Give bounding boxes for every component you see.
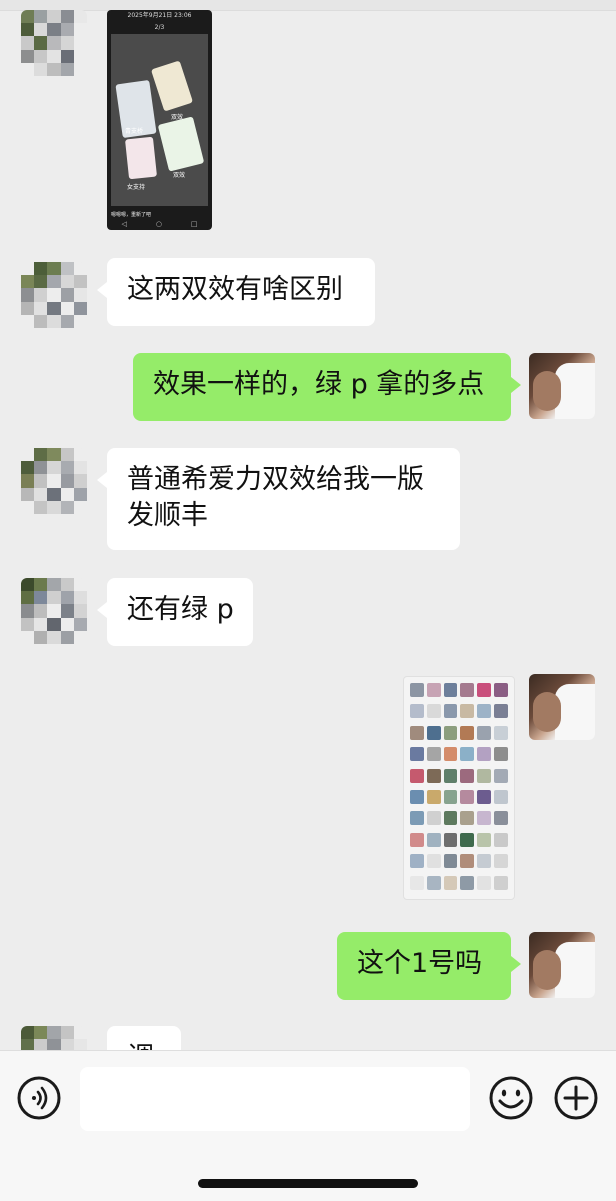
self-avatar[interactable]: [529, 932, 595, 998]
catalog-thumbnails: [410, 683, 508, 893]
screenshot-page: 2/3: [154, 24, 165, 31]
product-box: [157, 116, 205, 172]
message-text-line: 普通希爱力双效给我一版: [127, 464, 424, 495]
message-text: 这两双效有啥区别: [127, 274, 343, 305]
image-message-catalog[interactable]: [403, 676, 515, 900]
incoming-message-bubble[interactable]: 普通希爱力双效给我一版 发顺丰: [97, 448, 460, 550]
top-divider: [0, 0, 616, 11]
box-label: 双效: [173, 172, 186, 179]
box-label: 女支持: [127, 184, 146, 191]
message-text-line: 发顺丰: [127, 500, 208, 531]
chat-input-bar: [0, 1050, 616, 1201]
box-label: 青支桥: [125, 128, 144, 135]
incoming-message-bubble[interactable]: 这两双效有啥区别: [97, 258, 375, 326]
screenshot-caption: 嗯嗯嗯，重新了吧: [111, 212, 152, 218]
box-label: 双效: [171, 114, 184, 121]
screenshot-status: 2025年9月21日 23:06 2/3: [107, 10, 212, 32]
message-text: 这个1号吗: [357, 948, 483, 979]
message-text: 效果一样的，绿 p 拿的多点: [153, 369, 485, 400]
screenshot-time: 2025年9月21日 23:06: [127, 12, 192, 19]
outgoing-message-bubble[interactable]: 这个1号吗: [337, 932, 521, 1000]
product-box: [124, 136, 158, 180]
self-avatar[interactable]: [529, 353, 595, 419]
incoming-message-bubble[interactable]: 还有绿 p: [97, 578, 253, 646]
home-indicator[interactable]: [198, 1179, 418, 1188]
outgoing-message-bubble[interactable]: 效果一样的，绿 p 拿的多点: [133, 353, 521, 421]
self-avatar[interactable]: [529, 674, 595, 740]
contact-avatar[interactable]: [21, 578, 87, 644]
plus-icon[interactable]: [553, 1075, 599, 1121]
message-input[interactable]: [80, 1067, 470, 1131]
message-text: 还有绿 p: [127, 594, 234, 625]
contact-avatar[interactable]: [21, 262, 87, 328]
product-photo: 青支桥 双效 女支持 双效: [111, 34, 208, 206]
image-message-screenshot[interactable]: 2025年9月21日 23:06 2/3 青支桥 双效 女支持 双效 嗯嗯嗯，重…: [107, 10, 212, 230]
emoji-icon[interactable]: [488, 1075, 534, 1121]
contact-avatar[interactable]: [21, 10, 87, 76]
screenshot-nav: ◁ ○ □: [121, 220, 198, 228]
product-box: [150, 60, 194, 112]
contact-avatar[interactable]: [21, 448, 87, 514]
voice-icon[interactable]: [16, 1075, 62, 1121]
